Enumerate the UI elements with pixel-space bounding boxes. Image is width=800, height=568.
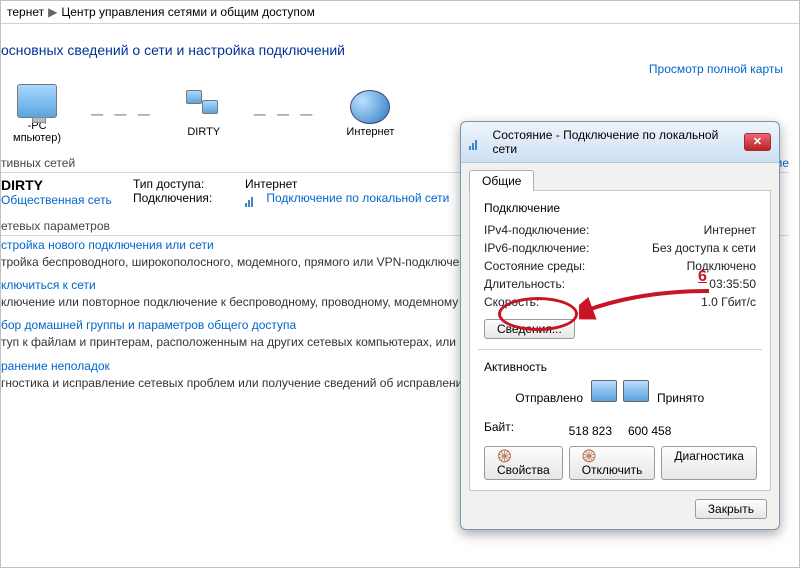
view-full-map-link[interactable]: Просмотр полной карты [649,62,783,76]
ipv6-label: IPv6-подключение: [484,241,589,255]
breadcrumb-item[interactable]: Центр управления сетями и общим доступом [61,5,315,19]
ipv6-value: Без доступа к сети [652,241,756,255]
map-connector: — — — [91,107,154,121]
duration-value: 03:35:50 [709,277,756,291]
signal-icon [245,193,259,205]
received-label: Принято [657,391,756,405]
section-header-active-networks: тивных сетей [1,156,75,170]
dialog-tabs: Общие [461,163,779,190]
map-node-sub: мпьютер) [13,132,61,144]
signal-icon [469,136,483,148]
network-nodes-icon [184,90,224,124]
close-icon[interactable]: ✕ [744,133,771,151]
properties-button[interactable]: 🛞 Свойства [484,446,563,480]
connections-label: Подключения: [133,191,233,205]
dialog-title: Состояние - Подключение по локальной сет… [493,128,738,156]
details-button[interactable]: Сведения... [484,319,575,339]
monitors-icon [591,380,649,416]
dialog-titlebar[interactable]: Состояние - Подключение по локальной сет… [461,122,779,163]
disable-button[interactable]: 🛞 Отключить [569,446,656,480]
ipv4-value: Интернет [704,223,756,237]
breadcrumb: тернет ▶ Центр управления сетями и общим… [1,1,799,24]
map-node-label: Интернет [346,126,394,138]
chevron-right-icon: ▶ [48,5,57,19]
map-node-label: DIRTY [184,126,224,138]
connection-link[interactable]: Подключение по локальной сети [266,191,449,205]
network-type-link[interactable]: Общественная сеть [1,193,121,207]
close-button[interactable]: Закрыть [695,499,767,519]
speed-value: 1.0 Гбит/с [701,295,756,309]
access-type-label: Тип доступа: [133,177,233,191]
media-state-label: Состояние среды: [484,259,585,273]
speed-label: Скорость: [484,295,539,309]
page-title: основных сведений о сети и настройка под… [1,42,789,58]
sent-label: Отправлено [484,391,583,405]
map-node-pc[interactable]: -PC мпьютер) [13,84,61,144]
status-dialog: Состояние - Подключение по локальной сет… [460,121,780,530]
bytes-received-value: 600 458 [628,424,756,438]
map-node-network[interactable]: DIRTY [184,90,224,138]
breadcrumb-item[interactable]: тернет [7,5,44,19]
group-activity: Активность [484,360,756,374]
map-node-internet[interactable]: Интернет [346,90,394,138]
map-connector: — — — [254,107,317,121]
group-connection: Подключение [484,201,756,215]
tab-general[interactable]: Общие [469,170,534,191]
bytes-sent-value: 518 823 [484,424,612,438]
divider [478,349,762,350]
duration-label: Длительность: [484,277,565,291]
annotation-number: 6 [698,268,707,286]
computer-icon [17,84,57,118]
network-name: DIRTY [1,177,121,193]
diagnose-button[interactable]: Диагностика [661,446,757,480]
globe-icon [350,90,390,124]
ipv4-label: IPv4-подключение: [484,223,589,237]
